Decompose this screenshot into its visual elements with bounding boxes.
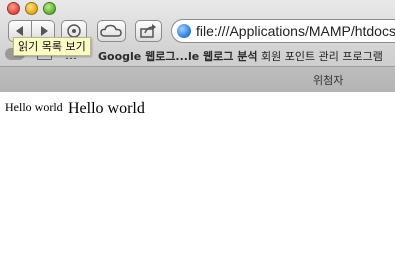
hello-world-text-small: Hello world <box>5 100 63 114</box>
share-button[interactable] <box>135 20 162 42</box>
forward-arrow-icon <box>41 26 48 36</box>
minimize-window-button[interactable] <box>25 2 38 15</box>
tab-title[interactable]: 위첨자 <box>313 72 343 88</box>
close-window-button[interactable] <box>7 2 20 15</box>
bookmark-item[interactable]: Google 웹로그...le 웹로그 분석 <box>98 48 257 64</box>
address-text: file:///Applications/MAMP/htdocs <box>196 23 395 39</box>
icloud-tabs-button[interactable] <box>97 20 126 42</box>
reading-list-tooltip: 읽기 목록 보기 <box>13 37 91 56</box>
bookmark-item[interactable]: 회원 포인트 관리 프로그램 <box>261 48 383 64</box>
tab-bar: 위첨자 <box>0 66 395 92</box>
globe-icon <box>177 24 191 38</box>
back-arrow-icon <box>16 26 23 36</box>
address-bar[interactable]: file:///Applications/MAMP/htdocs <box>171 19 395 43</box>
page-content: Hello world Hello world <box>0 92 395 264</box>
share-icon <box>140 24 156 38</box>
zoom-window-button[interactable] <box>43 2 56 15</box>
hello-world-text-large: Hello world <box>68 100 145 117</box>
cloud-icon <box>100 24 122 37</box>
